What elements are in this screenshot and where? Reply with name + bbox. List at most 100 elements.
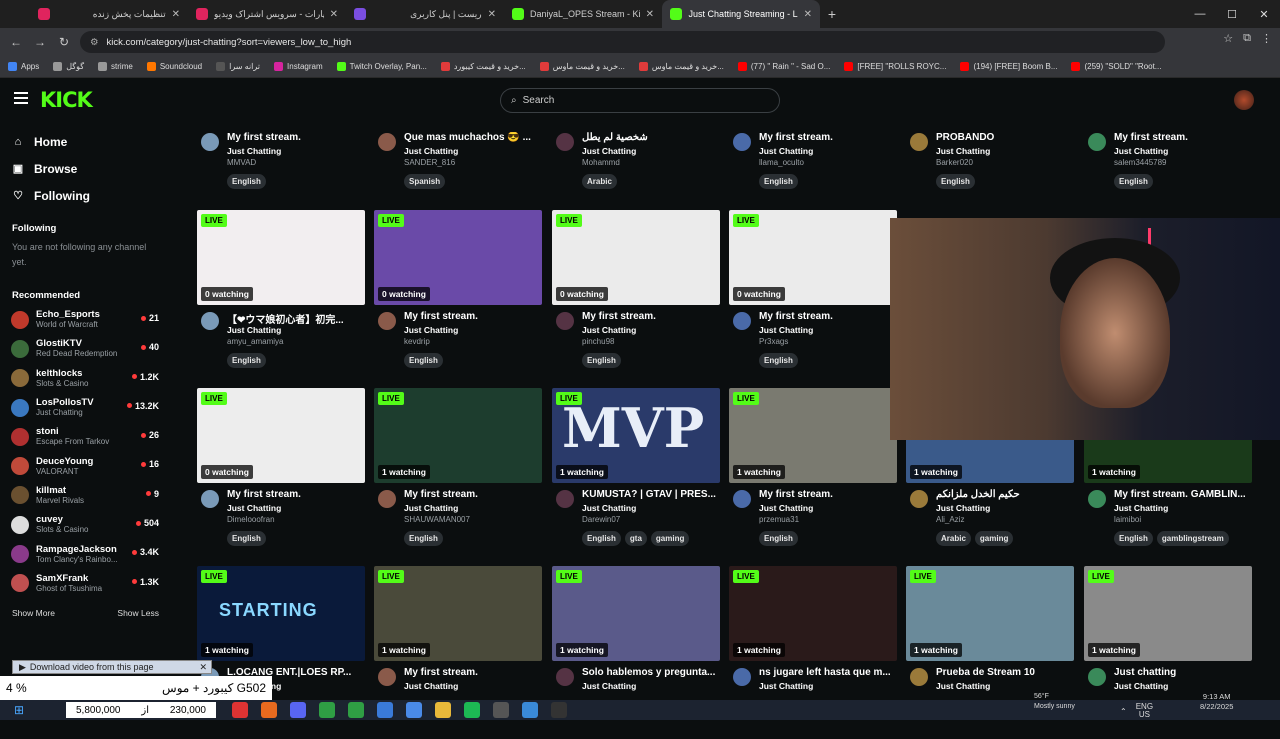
stream-title[interactable]: My first stream.	[759, 489, 899, 500]
bookmark-item[interactable]: Apps	[8, 62, 39, 71]
obs-icon[interactable]	[551, 702, 567, 718]
stream-thumbnail[interactable]: LIVE 1 watching	[374, 388, 542, 483]
bookmark-item[interactable]: خرید و قیمت کیبورد...	[440, 62, 526, 71]
tag-chip[interactable]: Arabic	[936, 531, 971, 546]
stream-title[interactable]: My first stream.	[1114, 132, 1254, 143]
streamer-name[interactable]: przemua31	[759, 515, 799, 524]
bookmark-item[interactable]: Twitch Overlay, Pan...	[336, 62, 427, 71]
bookmark-item[interactable]: (77) " Rain " - Sad O...	[737, 62, 830, 71]
stream-category[interactable]: Just Chatting	[1114, 146, 1168, 156]
stream-title[interactable]: My first stream.	[227, 489, 367, 500]
stream-thumbnail[interactable]: LIVE 0 watching	[197, 210, 365, 305]
chevron-up-icon[interactable]: ⌃	[1120, 707, 1127, 716]
stream-category[interactable]: Just Chatting	[227, 325, 281, 335]
weather-widget[interactable]: 56°F Mostly sunny	[1020, 692, 1075, 712]
tab-close-icon[interactable]: ✕	[330, 9, 338, 20]
streamer-name[interactable]: Pr3xags	[759, 337, 788, 346]
discord-icon[interactable]	[290, 702, 306, 718]
recommended-channel[interactable]: killmat Marvel Rivals 9	[0, 481, 168, 510]
streamer-avatar[interactable]	[910, 490, 928, 508]
streamer-name[interactable]: Dimelooofran	[227, 515, 275, 524]
search-input[interactable]: ⌕ Search	[500, 88, 780, 113]
recommended-channel[interactable]: LosPollosTV Just Chatting 13.2K	[0, 393, 168, 422]
stream-card[interactable]: LIVE 1 watching My first stream. Just Ch…	[729, 388, 897, 561]
stream-category[interactable]: Just Chatting	[404, 681, 458, 691]
show-more-button[interactable]: Show More	[12, 608, 55, 618]
tag-chip[interactable]: English	[759, 353, 798, 368]
streamer-avatar[interactable]	[201, 490, 219, 508]
back-icon[interactable]: ←	[4, 35, 28, 49]
streamer-avatar[interactable]	[556, 133, 574, 151]
tag-chip[interactable]: gta	[624, 531, 647, 546]
recommended-channel[interactable]: SamXFrank Ghost of Tsushima 1.3K	[0, 569, 168, 598]
streamer-avatar[interactable]	[733, 668, 751, 686]
streamer-name[interactable]: Mohammd	[582, 158, 620, 167]
hamburger-menu-icon[interactable]	[14, 92, 28, 104]
streamer-avatar[interactable]	[733, 490, 751, 508]
recommended-channel[interactable]: stoni Escape From Tarkov 26	[0, 422, 168, 451]
stream-title[interactable]: My first stream.	[582, 311, 722, 322]
stream-thumbnail[interactable]: LIVE 1 watching	[1084, 566, 1252, 661]
browser-tab[interactable]: آپارات - سرویس اشتراک ویدیو ✕	[188, 0, 346, 28]
tab-close-icon[interactable]: ✕	[488, 9, 496, 20]
streamer-avatar[interactable]	[1088, 133, 1106, 151]
stream-title[interactable]: My first stream.	[404, 489, 544, 500]
sidebar-nav-browse[interactable]: ▣ Browse	[0, 155, 168, 182]
tab-close-icon[interactable]: ✕	[646, 9, 654, 20]
streamer-avatar[interactable]	[378, 490, 396, 508]
show-less-button[interactable]: Show Less	[117, 608, 159, 618]
recommended-channel[interactable]: Echo_Esports World of Warcraft 21	[0, 305, 168, 334]
bookmark-item[interactable]: خرید و قیمت ماوس...	[638, 62, 724, 71]
stream-title[interactable]: My first stream.	[759, 132, 899, 143]
stream-title[interactable]: ns jugare left hasta que m...	[759, 667, 899, 678]
extensions-icon[interactable]: ⧉	[1243, 32, 1251, 45]
recommended-channel[interactable]: RampageJackson Tom Clancy's Rainbo... 3.…	[0, 539, 168, 568]
minimize-button[interactable]: —	[1184, 8, 1216, 20]
streamer-name[interactable]: SANDER_816	[404, 158, 455, 167]
streamer-avatar[interactable]	[910, 668, 928, 686]
stream-title[interactable]: Prueba de Stream 10	[936, 667, 1076, 678]
new-tab-button[interactable]: +	[820, 6, 844, 22]
streamer-avatar[interactable]	[201, 133, 219, 151]
bookmark-item[interactable]: Soundcloud	[146, 62, 202, 71]
bookmark-item[interactable]: گوگل	[53, 62, 84, 71]
browser-tab[interactable]: Just Chatting Streaming - L ✕	[662, 0, 820, 28]
stream-card[interactable]: My first stream. Just Chatting llama_ocu…	[729, 126, 897, 204]
maximize-button[interactable]: ☐	[1216, 8, 1248, 21]
stream-card[interactable]: شخصية لم يطل Just Chatting Mohammd Arabi…	[552, 126, 720, 204]
stream-title[interactable]: KUMUSTA? | GTAV | PRES...	[582, 489, 722, 500]
tag-chip[interactable]: Arabic	[582, 174, 617, 189]
stream-category[interactable]: Just Chatting	[759, 681, 813, 691]
url-field[interactable]: ⚙ kick.com/category/just-chatting?sort=v…	[80, 31, 1165, 53]
stream-thumbnail[interactable]: LIVE 1 watching	[729, 388, 897, 483]
kick-logo[interactable]: KICK	[40, 88, 93, 112]
stream-category[interactable]: Just Chatting	[936, 503, 990, 513]
streamer-avatar[interactable]	[201, 312, 219, 330]
stream-category[interactable]: Just Chatting	[582, 146, 636, 156]
stream-title[interactable]: My first stream. GAMBLIN...	[1114, 489, 1254, 500]
stream-category[interactable]: Just Chatting	[582, 681, 636, 691]
spotify-icon[interactable]	[464, 702, 480, 718]
streamer-avatar[interactable]	[1088, 490, 1106, 508]
streamer-name[interactable]: laimiboi	[1114, 515, 1141, 524]
close-icon[interactable]: ✕	[199, 662, 211, 673]
user-avatar[interactable]	[1234, 90, 1254, 110]
app-icon[interactable]	[406, 702, 422, 718]
browser-tab[interactable]: تنظیمات پخش زنده ✕	[30, 0, 188, 28]
stream-thumbnail[interactable]: STARTING LIVE 1 watching	[197, 566, 365, 661]
close-window-button[interactable]: ✕	[1248, 8, 1280, 21]
bookmark-item[interactable]: (194) [FREE] Boom B...	[960, 62, 1057, 71]
stream-card[interactable]: PROBANDO Just Chatting Barker020 English	[906, 126, 1074, 204]
tag-chip[interactable]: gaming	[650, 531, 690, 546]
tag-chip[interactable]: English	[227, 353, 266, 368]
streamer-name[interactable]: pinchu98	[582, 337, 614, 346]
stream-thumbnail[interactable]: MVP LIVE 1 watching	[552, 388, 720, 483]
recommended-channel[interactable]: GlostiKTV Red Dead Redemption 40	[0, 334, 168, 363]
streamer-avatar[interactable]	[556, 490, 574, 508]
stream-category[interactable]: Just Chatting	[759, 503, 813, 513]
stream-category[interactable]: Just Chatting	[759, 146, 813, 156]
stream-thumbnail[interactable]: LIVE 1 watching	[374, 566, 542, 661]
stream-title[interactable]: 【❤ウマ娘初心者】初完...	[227, 311, 367, 326]
streamer-name[interactable]: Ali_Aziz	[936, 515, 964, 524]
stream-category[interactable]: Just Chatting	[227, 503, 281, 513]
